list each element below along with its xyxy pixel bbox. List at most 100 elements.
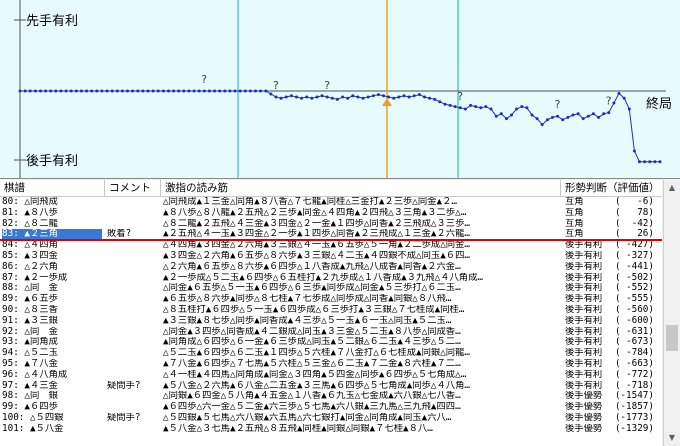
score-value: -1773)	[620, 412, 654, 423]
cursor-marker-icon	[382, 98, 392, 106]
evaluation-point	[474, 105, 478, 109]
table-row[interactable]: 100: △５四銀 疑問手? △５四銀▲５七馬△六八銀▲六五馬△六七銀打▲同金△同角…	[0, 413, 662, 424]
score-cell: (-1329)	[615, 424, 660, 435]
evaluation-point	[566, 115, 570, 119]
pv-cell: ▲３三銀▲８七歩△同歩▲同香成▲４三歩△５一玉▲６一玉△同玉▲５二玉…	[163, 315, 452, 326]
evaluation-point	[202, 89, 206, 93]
evaluation-point	[361, 96, 365, 100]
table-row[interactable]: 95: ▲７八金 ▲７八金▲６四歩△７七馬▲５六桂△５三金△６二玉▲７二金▲８六桂…	[0, 359, 662, 370]
judgement-cell: 後手有利	[565, 272, 603, 283]
question-marker: ?	[555, 98, 561, 111]
evaluation-graph-canvas[interactable]: 先手有利 後手有利 終局 ??????	[0, 0, 680, 178]
scroll-up-icon[interactable]: ▲	[664, 180, 680, 196]
evaluation-point	[387, 95, 391, 99]
judgement-cell: 後手優勢	[565, 391, 603, 402]
judgement-cell: 後手有利	[565, 240, 603, 251]
score-cell: (-673)	[615, 337, 660, 348]
table-row[interactable]: 90: △８三香 △８五桂打▲６四歩△５一玉▲６四歩成△６三歩打▲３三銀△７七桂成…	[0, 305, 662, 316]
table-row[interactable]: 82: △８二龍 △８二龍▲２五飛△４三金▲３四金△２一金▲１四歩△同香▲２三飛成…	[0, 219, 662, 230]
comment-cell: 疑問手?	[107, 380, 141, 391]
evaluation-point	[54, 89, 58, 93]
score-value: -663)	[626, 358, 654, 369]
evaluation-point	[18, 89, 22, 93]
table-row[interactable]: 87: ▲２一歩成 ▲２一歩成△５二玉▲６四歩△６五桂打▲２九歩成△１八香成▲３九…	[0, 273, 662, 284]
header-kifu[interactable]: 棋譜	[0, 180, 105, 196]
score-cell: (-327)	[615, 251, 660, 262]
evaluation-point	[110, 89, 114, 93]
table-row[interactable]: 81: ▲８八歩 ▲８八歩△８八龍▲２五飛△２三歩▲同金△４四角▲２四飛△３三角▲…	[0, 208, 662, 219]
header-comment[interactable]: コメント	[105, 180, 161, 196]
move-cell: 98: △同 銀	[2, 391, 58, 402]
evaluation-point	[33, 89, 37, 93]
move-cell: 80: △同飛成	[2, 197, 58, 207]
pv-cell: △５二玉▲６四歩△６二玉▲１四歩△５六桂▲７八金打△６七桂成▲同銀△同龍…	[163, 348, 470, 359]
table-row[interactable]: 94: △５二玉 △５二玉▲６四歩△６二玉▲１四歩△５六桂▲７八金打△６七桂成▲同…	[0, 348, 662, 359]
score-cell: (-663)	[615, 359, 660, 370]
header-pv[interactable]: 激指の読み筋	[161, 180, 561, 196]
score-value: -552)	[626, 283, 654, 294]
move-cell: 99: ▲６四歩	[2, 402, 58, 413]
evaluation-point	[223, 89, 227, 93]
evaluation-point	[23, 89, 27, 93]
evaluation-point	[535, 117, 539, 121]
advantage-gote-label: 後手有利	[26, 154, 78, 169]
evaluation-point	[489, 107, 493, 111]
evaluation-point	[581, 117, 585, 121]
evaluation-graph[interactable]: 先手有利 後手有利 終局 ??????	[0, 0, 680, 179]
evaluation-point	[79, 89, 83, 93]
table-row[interactable]: 80: △同飛成 △同飛成▲１三金△同角▲８八香△７七龍▲同桂△三金打▲２三歩△同…	[0, 197, 662, 208]
evaluation-point	[238, 89, 242, 93]
score-value: -673)	[626, 337, 654, 348]
evaluation-point	[341, 95, 345, 99]
pv-cell: △同金▲６五歩△５一玉▲６四歩△６三歩▲同歩成△同金▲５三歩打△６二玉…	[163, 283, 461, 294]
evaluation-point	[433, 97, 437, 101]
evaluation-point	[484, 105, 488, 109]
table-row[interactable]: 86: △２六角 △２六角▲６五歩△８六歩▲６四歩△１八香成▲九飛△八成香▲同香▲…	[0, 262, 662, 273]
table-row[interactable]: 97: ▲４三金 疑問手? ▲５八金△２六馬▲６八金△二五金▲３三馬▲６四歩△５七角…	[0, 381, 662, 392]
score-open-paren: (	[615, 207, 621, 218]
judgement-cell: 後手有利	[565, 283, 603, 294]
evaluation-point	[510, 113, 513, 117]
table-row[interactable]: 89: ▲６五歩 ▲６五歩△８六歩▲同歩△８七桂▲７七歩成△同歩成△同香▲同銀△８…	[0, 294, 662, 305]
table-row[interactable]: 85: ▲３四金 ▲３四金△２六角▲６五歩△８六歩▲３三銀△４二玉▲４四銀不成△同…	[0, 251, 662, 262]
question-marker: ?	[606, 95, 612, 108]
move-cell: 91: ▲３三銀	[2, 315, 58, 326]
evaluation-point	[571, 113, 575, 117]
table-row[interactable]: 92: △同 金 △同金▲３四歩△同香成▲４二銀成△同玉▲３三金△５二玉▲８八歩△…	[0, 327, 662, 338]
score-open-paren: (	[615, 380, 621, 391]
evaluation-point	[284, 95, 288, 99]
judgement-cell: 後手有利	[565, 358, 603, 369]
move-analysis-table[interactable]: 棋譜 コメント 激指の読み筋 形勢判断（評価値） 80: △同飛成 △同飛成▲１三…	[0, 180, 662, 446]
score-value: -718)	[626, 380, 654, 391]
score-open-paren: (	[615, 218, 621, 229]
header-judgement[interactable]: 形勢判断（評価値）	[561, 180, 662, 196]
evaluation-point	[530, 113, 534, 117]
score-cell: (-555)	[615, 294, 660, 305]
move-cell: 90: △８三香	[2, 304, 58, 315]
evaluation-line	[20, 90, 660, 163]
table-row[interactable]: 99: ▲６四歩 ▲６四歩△六一金△５二金▲六三歩△５七馬▲六八銀▲三九馬△三九飛…	[0, 402, 662, 413]
table-row[interactable]: 96: △４八角成 △４一桂▲４四馬△同角成▲同金△３四角▲５四金△同歩▲６四歩△…	[0, 370, 662, 381]
evaluation-point	[330, 96, 334, 100]
evaluation-point	[499, 112, 503, 116]
pv-cell: △８五桂打▲６四歩△５一玉▲６四歩成△６三歩打▲３三銀△７七桂成▲同桂…	[163, 304, 465, 315]
score-value: -772)	[626, 369, 654, 380]
vertical-scrollbar[interactable]: ▲ ▼	[663, 180, 680, 446]
score-value: -631)	[626, 326, 654, 337]
scroll-down-icon[interactable]: ▼	[664, 430, 680, 446]
table-row[interactable]: 88: △同 金 △同金▲６五歩△５一玉▲６四歩△６三歩▲同歩成△同金▲５三歩打△…	[0, 283, 662, 294]
move-cell: 101: ▲５八金	[2, 423, 64, 434]
table-row[interactable]: 101: ▲５八金 ▲５八金△３七馬▲２五飛△８五飛▲同桂▲同銀△同銀▲７七桂▲８…	[0, 424, 662, 435]
pv-cell: ▲７八金▲６四歩△７七馬▲５六桂△５三金△６二玉▲７二金▲８六桂▲７二…	[163, 358, 461, 369]
evaluation-point	[85, 89, 89, 93]
comment-cell	[107, 327, 162, 338]
table-row[interactable]: 93: ▲同角成 ▲同角成△６四歩△６一金▲６三歩成△同玉▲５二銀△６二玉▲４三歩…	[0, 337, 662, 348]
table-row[interactable]: 84: △４四角 △４四角▲３四金△２六角▲３三銀△４一玉▲６五歩△５一角▲２二歩…	[0, 240, 662, 251]
scrollbar-thumb[interactable]	[666, 325, 678, 351]
score-value: -1547)	[620, 391, 654, 402]
evaluation-point	[269, 92, 273, 96]
table-row[interactable]: 91: ▲３三銀 ▲３三銀▲８七歩△同歩▲同香成▲４三歩△５一玉▲６一玉△同玉▲５…	[0, 316, 662, 327]
current-position-line	[0, 239, 662, 242]
comment-cell	[107, 294, 162, 305]
table-row[interactable]: 98: △同 銀 △同銀▲６四金△５八角▲４五金△１八香▲６九玉△七金成▲六八銀△…	[0, 391, 662, 402]
